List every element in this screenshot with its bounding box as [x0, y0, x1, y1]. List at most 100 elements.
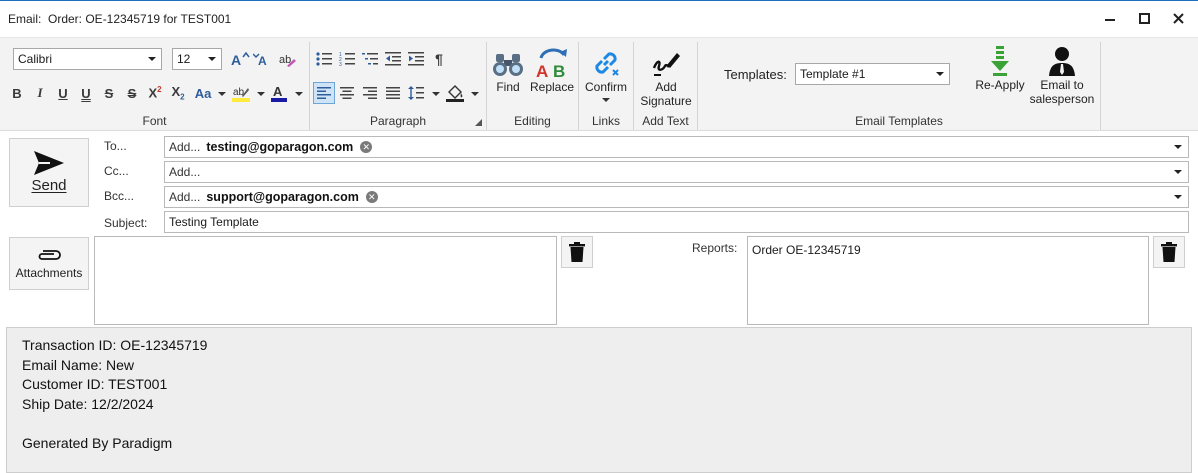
change-case-icon: Aa	[194, 85, 212, 101]
superscript-button[interactable]: X2	[144, 82, 166, 104]
email-to-salesperson-button[interactable]: Email to salesperson	[1028, 42, 1096, 106]
email-to-line2: salesperson	[1029, 92, 1095, 106]
maximize-button[interactable]	[1128, 6, 1160, 30]
chevron-down-icon	[148, 57, 156, 61]
shading-button[interactable]	[444, 82, 466, 104]
font-family-combo[interactable]: Calibri	[13, 48, 162, 70]
chevron-down-icon[interactable]	[1174, 170, 1182, 174]
subject-input[interactable]: Testing Template	[164, 211, 1189, 233]
chevron-down-icon[interactable]	[1174, 145, 1182, 149]
to-label[interactable]: To...	[104, 139, 127, 153]
attachments-list[interactable]	[94, 236, 557, 325]
numbering-button[interactable]: 123	[336, 48, 358, 70]
chevron-down-icon	[295, 92, 303, 96]
double-underline-button[interactable]: U	[75, 82, 97, 104]
font-group: Calibri 12 A A ab B I U U S S X2 X2 Aa a…	[0, 38, 309, 132]
svg-text:A: A	[231, 52, 241, 67]
bcc-field[interactable]: Add... support@goparagon.com ✕	[164, 186, 1189, 208]
add-signature-button[interactable]: Add Signature	[636, 42, 696, 108]
remove-recipient-icon[interactable]: ✕	[365, 191, 378, 203]
attachments-label: Attachments	[15, 265, 83, 280]
recipient-chip[interactable]: testing@goparagon.com ✕	[206, 140, 373, 154]
font-color-button[interactable]: A	[268, 82, 290, 104]
window-title: Email: Order: OE-12345719 for TEST001	[8, 12, 232, 26]
to-add-placeholder: Add...	[169, 140, 201, 154]
report-item[interactable]: Order OE-12345719	[752, 243, 1144, 257]
double-strikethrough-icon: S	[127, 85, 137, 101]
body-line: Ship Date: 12/2/2024	[22, 395, 154, 412]
add-signature-line1: Add	[655, 80, 677, 94]
double-strikethrough-button[interactable]: S	[121, 82, 143, 104]
subject-label: Subject:	[104, 216, 148, 230]
font-color-icon: A	[271, 84, 287, 102]
link-icon	[595, 52, 619, 76]
increase-indent-button[interactable]	[405, 48, 427, 70]
font-size-combo[interactable]: 12	[172, 48, 222, 70]
grow-font-button[interactable]: A	[229, 48, 251, 70]
trash-icon	[1161, 242, 1177, 262]
change-case-button[interactable]: Aa	[190, 82, 216, 104]
templates-combo[interactable]: Template #1	[795, 63, 950, 85]
line-spacing-button[interactable]	[405, 82, 427, 104]
email-body-editor[interactable]: Transaction ID: OE-12345719 Email Name: …	[6, 327, 1192, 473]
reapply-label: Re-Apply	[975, 78, 1025, 92]
subscript-button[interactable]: X2	[167, 82, 189, 104]
close-button[interactable]	[1162, 6, 1194, 30]
add-signature-line2: Signature	[640, 94, 692, 108]
body-line	[22, 414, 1176, 434]
find-button[interactable]: Find	[490, 42, 526, 94]
attachments-button[interactable]: Attachments	[9, 237, 89, 290]
highlight-color-button[interactable]: ab	[230, 82, 252, 104]
remove-recipient-icon[interactable]: ✕	[360, 141, 373, 153]
line-spacing-icon	[408, 86, 424, 100]
reports-list[interactable]: Order OE-12345719	[747, 236, 1149, 325]
remove-attachment-button[interactable]	[561, 236, 593, 268]
numbering-icon: 123	[339, 52, 355, 66]
shading-icon	[446, 85, 464, 102]
minimize-button[interactable]	[1094, 6, 1126, 30]
cc-label[interactable]: Cc...	[104, 164, 129, 178]
editing-group-label: Editing	[514, 114, 551, 128]
align-left-button[interactable]	[313, 82, 335, 104]
paragraph-group: 123 ¶ Paragraph	[310, 38, 486, 132]
remove-report-button[interactable]	[1153, 236, 1185, 268]
clear-formatting-button[interactable]: ab	[276, 48, 298, 70]
decrease-indent-button[interactable]	[382, 48, 404, 70]
italic-icon: I	[37, 85, 43, 100]
bold-icon: B	[12, 85, 22, 101]
replace-button[interactable]: AB Replace	[529, 42, 575, 94]
highlight-icon: ab	[232, 87, 250, 102]
align-center-button[interactable]	[336, 82, 358, 104]
to-field[interactable]: Add... testing@goparagon.com ✕	[164, 136, 1189, 158]
send-button[interactable]: Send	[9, 138, 89, 207]
cc-field[interactable]: Add...	[164, 161, 1189, 183]
font-size-value: 12	[177, 52, 191, 66]
bold-button[interactable]: B	[6, 82, 28, 104]
confirm-button[interactable]: Confirm	[582, 42, 630, 102]
reapply-button[interactable]: Re-Apply	[970, 42, 1030, 92]
svg-text:A: A	[273, 84, 283, 99]
multilevel-list-button[interactable]	[359, 48, 381, 70]
close-icon	[1172, 12, 1184, 24]
grow-font-icon: A	[231, 51, 250, 67]
align-right-button[interactable]	[359, 82, 381, 104]
maximize-icon	[1138, 12, 1150, 24]
recipient-chip[interactable]: support@goparagon.com ✕	[206, 190, 378, 204]
strikethrough-button[interactable]: S	[98, 82, 120, 104]
links-group-label: Links	[591, 114, 620, 128]
bcc-label[interactable]: Bcc...	[104, 189, 134, 203]
dialog-launcher-icon[interactable]	[475, 119, 482, 126]
bullets-icon	[316, 52, 332, 66]
subject-value: Testing Template	[169, 215, 259, 229]
body-line: Generated By Paradigm	[22, 434, 173, 451]
justify-button[interactable]	[382, 82, 404, 104]
chevron-down-icon[interactable]	[1174, 195, 1182, 199]
shrink-font-button[interactable]: A	[252, 48, 274, 70]
double-underline-icon: U	[81, 85, 91, 101]
underline-button[interactable]: U	[52, 82, 74, 104]
bullets-button[interactable]	[313, 48, 335, 70]
show-formatting-marks-button[interactable]: ¶	[428, 48, 450, 70]
chevron-down-icon	[218, 92, 226, 96]
underline-icon: U	[58, 85, 68, 101]
italic-button[interactable]: I	[29, 82, 51, 104]
